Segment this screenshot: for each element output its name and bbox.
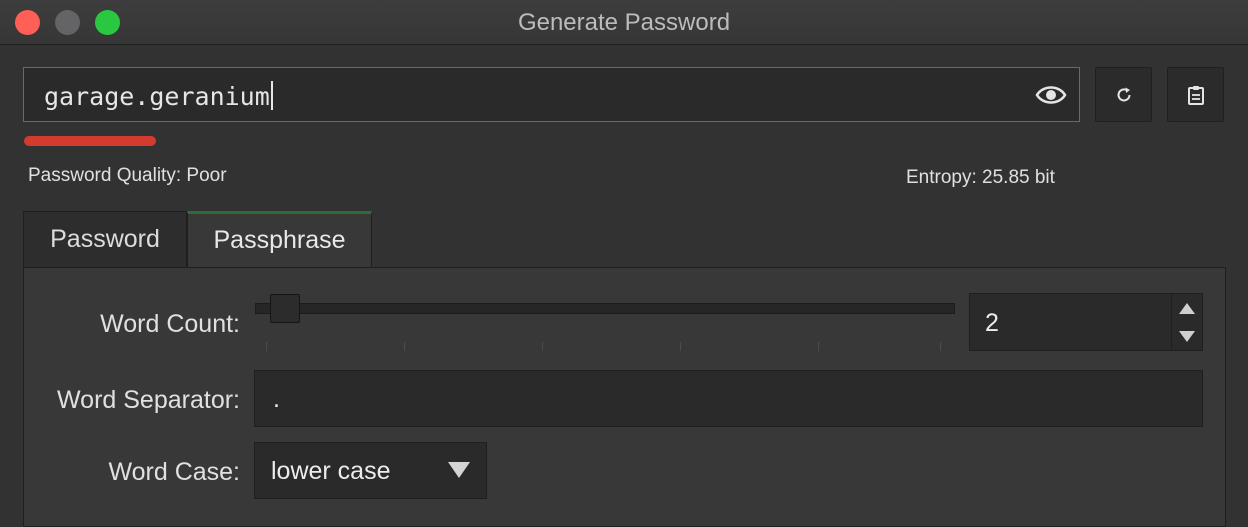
slider-tick [940, 342, 941, 351]
clipboard-icon [1187, 85, 1204, 105]
password-text: garage.geranium [44, 81, 273, 111]
title-bar: Generate Password [0, 0, 1248, 45]
word-separator-label: Word Separator: [57, 386, 240, 414]
word-case-value: lower case [271, 457, 391, 485]
word-case-label: Word Case: [108, 458, 240, 486]
word-count-value: 2 [985, 309, 999, 337]
window-title: Generate Password [517, 9, 731, 36]
slider-tick [680, 342, 681, 351]
triangle-up-icon [1179, 302, 1195, 314]
password-quality-label: Password Quality: Poor [28, 165, 227, 186]
triangle-down-icon [1179, 330, 1195, 342]
slider-tick [818, 342, 819, 351]
eye-icon[interactable] [1035, 82, 1067, 108]
copy-button[interactable] [1167, 67, 1224, 122]
chevron-down-icon [448, 462, 470, 478]
slider-tick [404, 342, 405, 351]
spin-buttons [1171, 294, 1202, 350]
decrement-button[interactable] [1172, 322, 1202, 350]
word-count-spinbox[interactable]: 2 [969, 293, 1203, 351]
regenerate-button[interactable] [1095, 67, 1152, 122]
tab-passphrase[interactable]: Passphrase [187, 211, 372, 267]
password-field[interactable]: garage.geranium [23, 67, 1080, 122]
word-separator-input[interactable]: . [254, 370, 1203, 427]
word-count-label: Word Count: [100, 310, 240, 338]
entropy-label: Entropy: 25.85 bit [906, 167, 1055, 188]
word-separator-value: . [273, 385, 280, 413]
word-case-select[interactable]: lower case [254, 442, 487, 499]
word-count-slider-handle[interactable] [270, 294, 300, 323]
slider-tick [266, 342, 267, 351]
increment-button[interactable] [1172, 294, 1202, 322]
tab-password[interactable]: Password [23, 211, 187, 267]
refresh-icon [1117, 87, 1130, 101]
quality-bar [24, 136, 156, 146]
word-count-slider[interactable] [255, 303, 955, 314]
text-caret [270, 81, 273, 110]
slider-tick [542, 342, 543, 351]
